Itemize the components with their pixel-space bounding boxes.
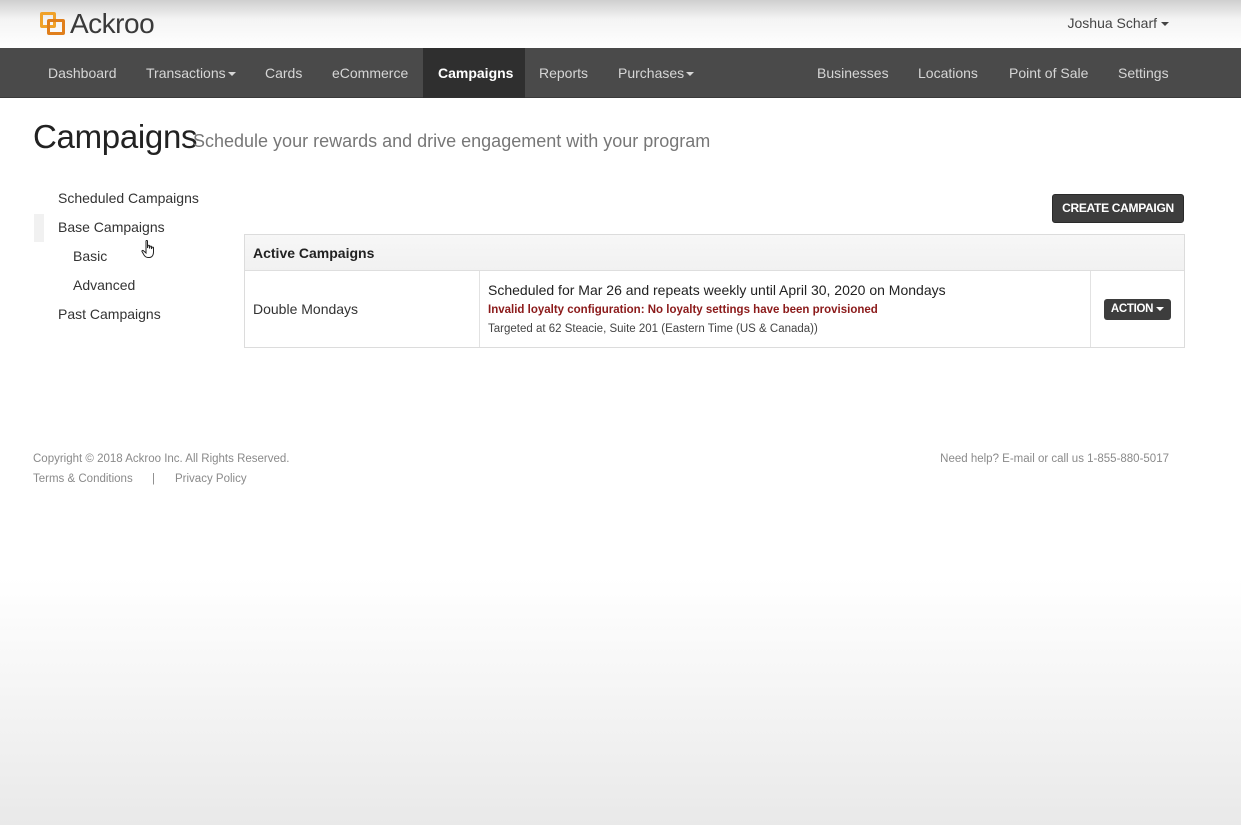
main-nav: Dashboard Transactions Cards eCommerce C…	[0, 48, 1241, 98]
nav-label: Businesses	[817, 65, 889, 81]
nav-label: Transactions	[146, 65, 226, 81]
sidebar-item-base-campaigns[interactable]: Base Campaigns	[58, 219, 165, 235]
active-campaigns-table: Active Campaigns Double Mondays Schedule…	[244, 234, 1185, 348]
campaign-target: Targeted at 62 Steacie, Suite 201 (Easte…	[488, 323, 818, 335]
campaign-name-cell: Double Mondays	[245, 271, 480, 347]
campaign-error-message: Invalid loyalty configuration: No loyalt…	[488, 304, 878, 316]
nav-ecommerce[interactable]: eCommerce	[317, 48, 423, 98]
nav-point-of-sale[interactable]: Point of Sale	[994, 48, 1103, 98]
nav-label: Dashboard	[48, 65, 117, 81]
nav-campaigns[interactable]: Campaigns	[423, 48, 525, 98]
terms-link[interactable]: Terms & Conditions	[33, 473, 133, 485]
action-dropdown-button[interactable]: ACTION	[1104, 299, 1171, 320]
brand-name: Ackroo	[70, 8, 155, 39]
nav-cards[interactable]: Cards	[250, 48, 317, 98]
nav-label: Campaigns	[438, 65, 514, 81]
nav-label: Locations	[918, 65, 978, 81]
nav-label: Reports	[539, 65, 589, 81]
sidebar-item-advanced[interactable]: Advanced	[73, 277, 135, 293]
campaign-name: Double Mondays	[253, 301, 359, 317]
nav-label: Point of Sale	[1009, 65, 1089, 81]
nav-businesses[interactable]: Businesses	[802, 48, 904, 98]
logo-icon	[38, 10, 68, 38]
campaign-schedule: Scheduled for Mar 26 and repeats weekly …	[488, 282, 946, 298]
help-text: Need help? E-mail or call us 1-855-880-5…	[940, 453, 1169, 465]
nav-label: eCommerce	[332, 65, 409, 81]
nav-reports[interactable]: Reports	[524, 48, 603, 98]
nav-locations[interactable]: Locations	[903, 48, 993, 98]
user-name: Joshua Scharf	[1067, 15, 1158, 31]
footer-separator: |	[152, 473, 155, 485]
campaign-details-cell: Scheduled for Mar 26 and repeats weekly …	[480, 271, 1091, 347]
nav-purchases[interactable]: Purchases	[603, 48, 709, 98]
top-bar: Ackroo Joshua Scharf	[0, 0, 1241, 48]
page-title: Campaigns	[33, 118, 198, 155]
chevron-down-icon	[686, 72, 695, 77]
nav-label: Settings	[1118, 65, 1169, 81]
nav-transactions[interactable]: Transactions	[131, 48, 251, 98]
create-campaign-button[interactable]: CREATE CAMPAIGN	[1052, 194, 1184, 223]
sidebar-item-basic[interactable]: Basic	[73, 248, 107, 264]
chevron-down-icon	[1161, 22, 1169, 27]
action-label: ACTION	[1110, 303, 1154, 315]
hand-cursor-icon	[141, 240, 154, 258]
privacy-link[interactable]: Privacy Policy	[175, 473, 247, 485]
nav-label: Purchases	[618, 65, 685, 81]
brand-logo[interactable]: Ackroo	[38, 8, 155, 40]
nav-settings[interactable]: Settings	[1103, 48, 1184, 98]
copyright-text: Copyright © 2018 Ackroo Inc. All Rights …	[33, 453, 290, 465]
table-header: Active Campaigns	[245, 235, 1184, 271]
table-row: Double Mondays Scheduled for Mar 26 and …	[245, 271, 1184, 347]
user-menu[interactable]: Joshua Scharf	[1067, 15, 1169, 31]
sidebar-item-past-campaigns[interactable]: Past Campaigns	[58, 306, 161, 322]
sidebar-item-scheduled-campaigns[interactable]: Scheduled Campaigns	[58, 190, 199, 206]
chevron-down-icon	[1156, 306, 1165, 311]
page-subtitle: Schedule your rewards and drive engageme…	[193, 131, 711, 151]
nav-label: Cards	[265, 65, 303, 81]
nav-dashboard[interactable]: Dashboard	[33, 48, 132, 98]
campaign-action-cell: ACTION	[1091, 271, 1184, 347]
table-heading: Active Campaigns	[253, 245, 375, 261]
chevron-down-icon	[227, 72, 236, 77]
sidebar-active-indicator	[34, 214, 44, 242]
